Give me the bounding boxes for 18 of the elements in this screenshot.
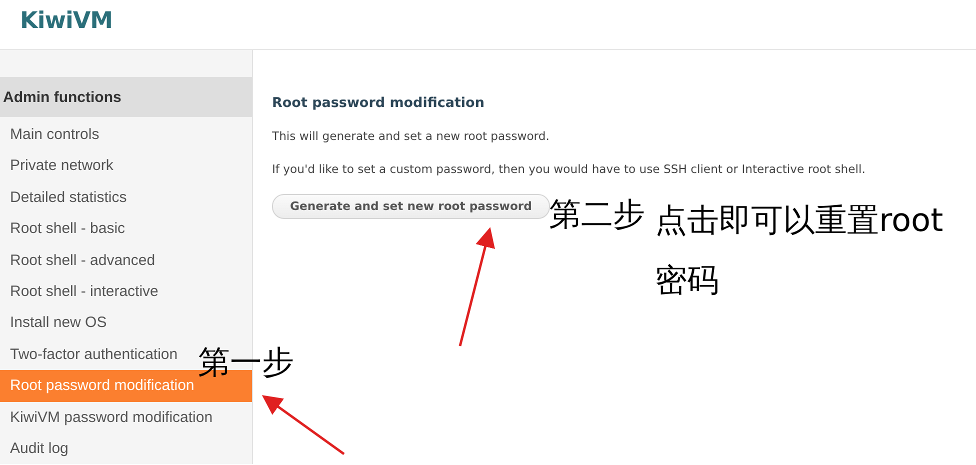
sidebar-item[interactable]: Detailed statistics	[0, 182, 131, 214]
sidebar-item[interactable]: Audit log	[0, 432, 72, 464]
sidebar-item[interactable]: Private network	[0, 150, 118, 182]
generate-password-button[interactable]: Generate and set new root password	[272, 194, 550, 218]
sidebar-item[interactable]: Root shell - basic	[0, 213, 130, 245]
logo: KiwiVM	[20, 8, 113, 34]
sidebar-item[interactable]: Install new OS	[0, 307, 111, 339]
sidebar-item[interactable]: Root shell - interactive	[0, 276, 162, 308]
description-text: This will generate and set a new root password.	[272, 129, 550, 143]
annotation-text: 第二步	[549, 194, 646, 235]
sidebar-item[interactable]: Root shell - advanced	[0, 244, 160, 276]
sidebar-item[interactable]: Main controls	[0, 119, 104, 150]
annotation-text: 点击即可以重置root密码	[655, 200, 944, 301]
sidebar-item[interactable]: Two-factor authentication	[0, 338, 182, 370]
description-text: If you'd like to set a custom password, then you would have to use SSH client or Interactive root shell.	[272, 162, 866, 176]
sidebar-item[interactable]: KiwiVM password modification	[0, 402, 217, 433]
sidebar-heading: Admin functions	[0, 77, 252, 117]
section-title: Root password modification	[272, 95, 486, 111]
